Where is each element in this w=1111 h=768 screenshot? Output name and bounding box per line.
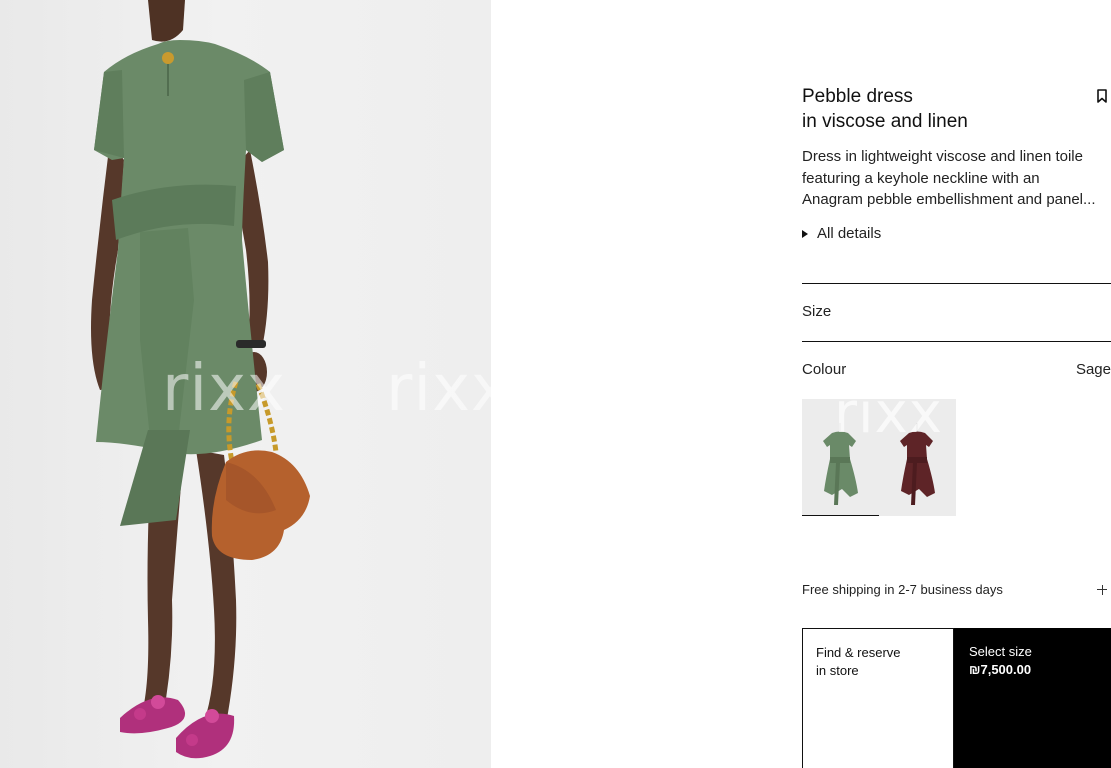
price: ₪7,500.00 [969, 662, 1032, 677]
description-line: Dress in lightweight viscose and linen t… [802, 148, 1083, 165]
swatch-sage[interactable] [802, 399, 879, 516]
all-details-toggle[interactable]: All details [802, 225, 881, 242]
reserve-label-line1: Find & reserve [816, 645, 901, 660]
purchase-actions: Find & reserve in store Select size ₪7,5… [802, 628, 1111, 768]
divider [802, 341, 1111, 342]
shipping-label: Free shipping in 2-7 business days [802, 582, 1003, 597]
plus-icon [1097, 584, 1107, 595]
product-info-panel: Pebble dress in viscose and linen Dress … [802, 0, 1111, 768]
size-label: Size [802, 303, 832, 320]
find-reserve-button[interactable]: Find & reserve in store [802, 628, 954, 768]
colour-row: Colour Sage [802, 361, 1111, 378]
product-page: rixx rixx Pebble dress in viscose and li… [0, 0, 1111, 768]
description-line: Anagram pebble embellishment and panel..… [802, 191, 1096, 208]
all-details-label: All details [817, 225, 882, 242]
product-photo[interactable]: rixx rixx [0, 0, 491, 768]
caret-right-icon [802, 229, 808, 238]
select-size-button[interactable]: Select size ₪7,500.00 [954, 628, 1111, 768]
burgundy-dress-thumbnail [900, 423, 935, 505]
model-illustration [91, 0, 310, 759]
product-title-line2: in viscose and linen [802, 111, 968, 132]
colour-swatches: rixx [802, 381, 956, 516]
colour-label: Colour [802, 361, 847, 378]
swatch-burgundy[interactable] [879, 399, 956, 516]
shipping-info-toggle[interactable]: Free shipping in 2-7 business days [802, 582, 1111, 597]
divider [802, 283, 1111, 284]
product-title: Pebble dress in viscose and linen [802, 84, 1082, 134]
product-title-line1: Pebble dress [802, 86, 913, 107]
sage-dress-thumbnail [823, 423, 858, 505]
select-size-label: Select size [969, 644, 1032, 659]
product-description: Dress in lightweight viscose and linen t… [802, 146, 1108, 211]
colour-selected-value: Sage [1075, 361, 1111, 378]
reserve-label-line2: in store [816, 663, 859, 678]
size-selector[interactable]: Size [802, 303, 1111, 320]
bookmark-icon[interactable] [1097, 89, 1107, 103]
description-line: featuring a keyhole neckline with an [802, 169, 1040, 187]
